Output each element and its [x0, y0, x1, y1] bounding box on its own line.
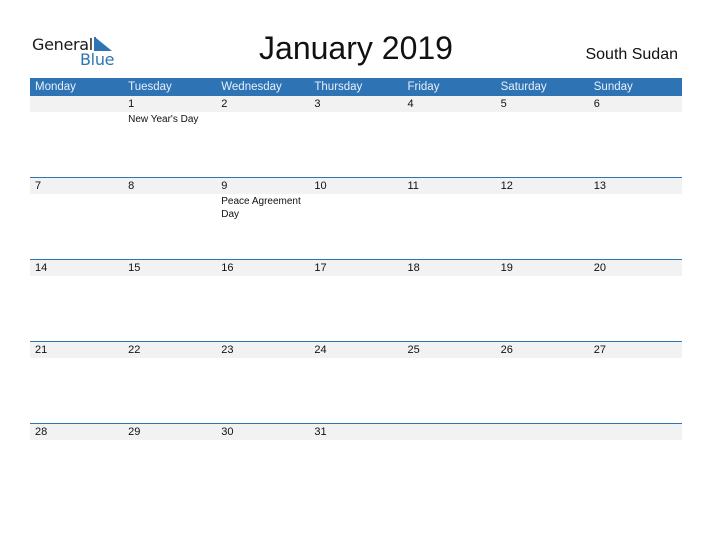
day-number: 22	[128, 344, 141, 356]
weeks-container: 1 New Year's Day 2 3 4 5 6 7 8 9 Peace Agreement D…	[30, 96, 682, 505]
day-number: 31	[314, 426, 327, 438]
day-number: 2	[221, 98, 228, 110]
day-cell: 15	[123, 260, 216, 276]
day-number: 27	[593, 344, 606, 356]
day-cell: 24	[309, 342, 402, 358]
day-cell: 9 Peace Agreement Day	[216, 178, 309, 221]
day-cell: 5	[496, 96, 589, 126]
day-number: 5	[500, 98, 507, 110]
day-cell: 1 New Year's Day	[123, 96, 216, 126]
day-number	[501, 424, 589, 440]
day-number: 16	[221, 262, 234, 274]
day-cell: 17	[309, 260, 402, 276]
day-number: 28	[35, 426, 48, 438]
day-cell: 29	[123, 424, 216, 440]
day-cell: 16	[216, 260, 309, 276]
day-cell: 2	[216, 96, 309, 126]
day-number: 20	[593, 262, 606, 274]
day-number: 14	[35, 262, 48, 274]
day-number: 21	[35, 344, 48, 356]
day-number: 12	[500, 180, 513, 192]
day-cell: 8	[123, 178, 216, 221]
weekday-thursday: Thursday	[314, 81, 363, 93]
day-cell: 23	[216, 342, 309, 358]
day-number: 25	[407, 344, 420, 356]
day-cell: 31	[309, 424, 402, 440]
weekday-monday: Monday	[35, 81, 76, 93]
day-cell	[30, 96, 123, 126]
day-number: 10	[314, 180, 327, 192]
day-number	[35, 96, 123, 112]
day-number: 7	[35, 180, 42, 192]
week-row: 28 29 30 31	[30, 423, 682, 505]
week-cells: 1 New Year's Day 2 3 4 5 6	[30, 96, 682, 126]
day-number: 24	[314, 344, 327, 356]
day-cell: 3	[309, 96, 402, 126]
weekday-sunday: Sunday	[593, 81, 633, 93]
week-row: 21 22 23 24 25 26 27	[30, 341, 682, 423]
day-cell	[496, 424, 589, 440]
day-cell: 4	[403, 96, 496, 126]
day-cell	[403, 424, 496, 440]
day-number: 6	[593, 98, 600, 110]
day-cell: 26	[496, 342, 589, 358]
day-cell: 6	[589, 96, 682, 126]
day-cell: 22	[123, 342, 216, 358]
day-cell: 13	[589, 178, 682, 221]
weekday-header: Monday Tuesday Wednesday Thursday Friday…	[30, 78, 682, 96]
day-cell: 19	[496, 260, 589, 276]
month-calendar: Monday Tuesday Wednesday Thursday Friday…	[30, 78, 682, 505]
week-row: 14 15 16 17 18 19 20	[30, 259, 682, 341]
day-cell: 7	[30, 178, 123, 221]
weekday-friday: Friday	[407, 81, 440, 93]
day-number: 26	[500, 344, 513, 356]
day-number	[408, 424, 496, 440]
day-cell: 18	[403, 260, 496, 276]
day-cell	[589, 424, 682, 440]
weekday-saturday: Saturday	[500, 81, 547, 93]
day-cell: 30	[216, 424, 309, 440]
day-cell: 20	[589, 260, 682, 276]
week-row: 7 8 9 Peace Agreement Day 10 11 12 13	[30, 177, 682, 259]
day-number: 29	[128, 426, 141, 438]
week-cells: 21 22 23 24 25 26 27	[30, 342, 682, 358]
day-cell: 25	[403, 342, 496, 358]
weekday-wednesday: Wednesday	[221, 81, 282, 93]
country-label: South Sudan	[585, 46, 678, 63]
holiday-label: Peace Agreement Day	[221, 196, 301, 220]
week-cells: 14 15 16 17 18 19 20	[30, 260, 682, 276]
day-number	[594, 424, 682, 440]
weekday-tuesday: Tuesday	[128, 81, 172, 93]
day-number: 9	[221, 180, 228, 192]
day-number: 11	[407, 180, 419, 192]
day-cell: 11	[403, 178, 496, 221]
day-number: 17	[314, 262, 327, 274]
day-number: 30	[221, 426, 234, 438]
day-number: 8	[128, 180, 135, 192]
week-cells: 28 29 30 31	[30, 424, 682, 440]
day-number: 13	[593, 180, 606, 192]
day-number: 15	[128, 262, 141, 274]
day-number: 4	[407, 98, 414, 110]
day-cell: 28	[30, 424, 123, 440]
day-number: 23	[221, 344, 234, 356]
week-cells: 7 8 9 Peace Agreement Day 10 11 12 13	[30, 178, 682, 221]
day-cell: 14	[30, 260, 123, 276]
holiday-label: New Year's Day	[128, 114, 199, 125]
day-cell: 27	[589, 342, 682, 358]
day-cell: 10	[309, 178, 402, 221]
week-row: 1 New Year's Day 2 3 4 5 6	[30, 96, 682, 177]
day-number: 1	[128, 98, 135, 110]
day-number: 18	[407, 262, 420, 274]
day-cell: 21	[30, 342, 123, 358]
day-number: 19	[500, 262, 513, 274]
day-cell: 12	[496, 178, 589, 221]
day-number: 3	[314, 98, 321, 110]
